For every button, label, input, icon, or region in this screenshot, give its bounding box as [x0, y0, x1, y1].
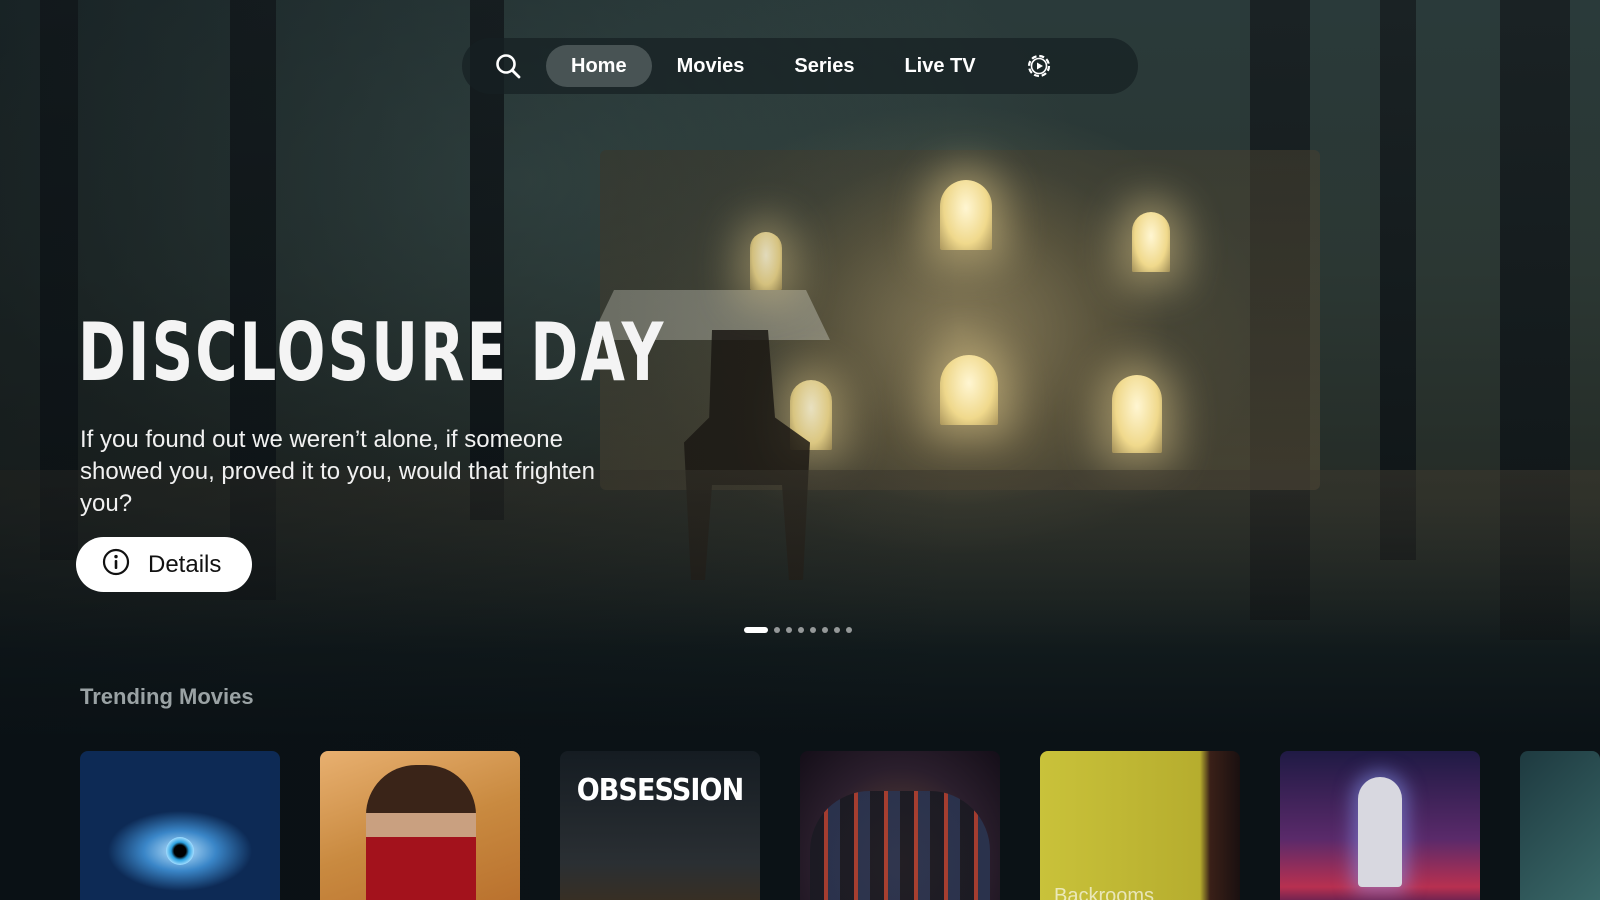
top-nav: Home Movies Series Live TV: [462, 38, 1138, 94]
poster-title: Backrooms: [1054, 885, 1155, 900]
nav-tab-series[interactable]: Series: [769, 45, 879, 87]
info-icon: [102, 548, 130, 581]
movie-poster[interactable]: OBSESSION: [560, 751, 760, 900]
movie-poster[interactable]: [1520, 751, 1600, 900]
gear-icon[interactable]: [1001, 44, 1077, 88]
pager-dot[interactable]: [834, 627, 840, 633]
pager-dot[interactable]: [822, 627, 828, 633]
nav-tab-home[interactable]: Home: [546, 45, 652, 87]
movie-poster[interactable]: [80, 751, 280, 900]
poster-title: OBSESSION: [576, 773, 744, 808]
details-button[interactable]: Details: [76, 537, 252, 592]
movie-poster[interactable]: [800, 751, 1000, 900]
hero-tagline: If you found out we weren’t alone, if so…: [80, 426, 595, 517]
nav-tab-movies[interactable]: Movies: [652, 45, 770, 87]
pager-dot[interactable]: [798, 627, 804, 633]
details-button-label: Details: [148, 550, 222, 578]
movie-poster[interactable]: [320, 751, 520, 900]
movie-poster[interactable]: Backrooms: [1040, 751, 1240, 900]
search-icon[interactable]: [470, 44, 546, 88]
pager-dot[interactable]: [846, 627, 852, 633]
trending-movies-heading: Trending Movies: [80, 684, 254, 709]
trending-movies-row: OBSESSION Backrooms: [80, 751, 1600, 900]
pager-dot[interactable]: [786, 627, 792, 633]
pager-dot[interactable]: [774, 627, 780, 633]
movie-poster[interactable]: [1280, 751, 1480, 900]
hero-pager: [744, 627, 852, 633]
pager-dot[interactable]: [810, 627, 816, 633]
nav-tab-live-tv[interactable]: Live TV: [879, 45, 1000, 87]
pager-dot-active[interactable]: [744, 627, 768, 633]
hero-title: DISCLOSURE DAY: [78, 306, 666, 399]
